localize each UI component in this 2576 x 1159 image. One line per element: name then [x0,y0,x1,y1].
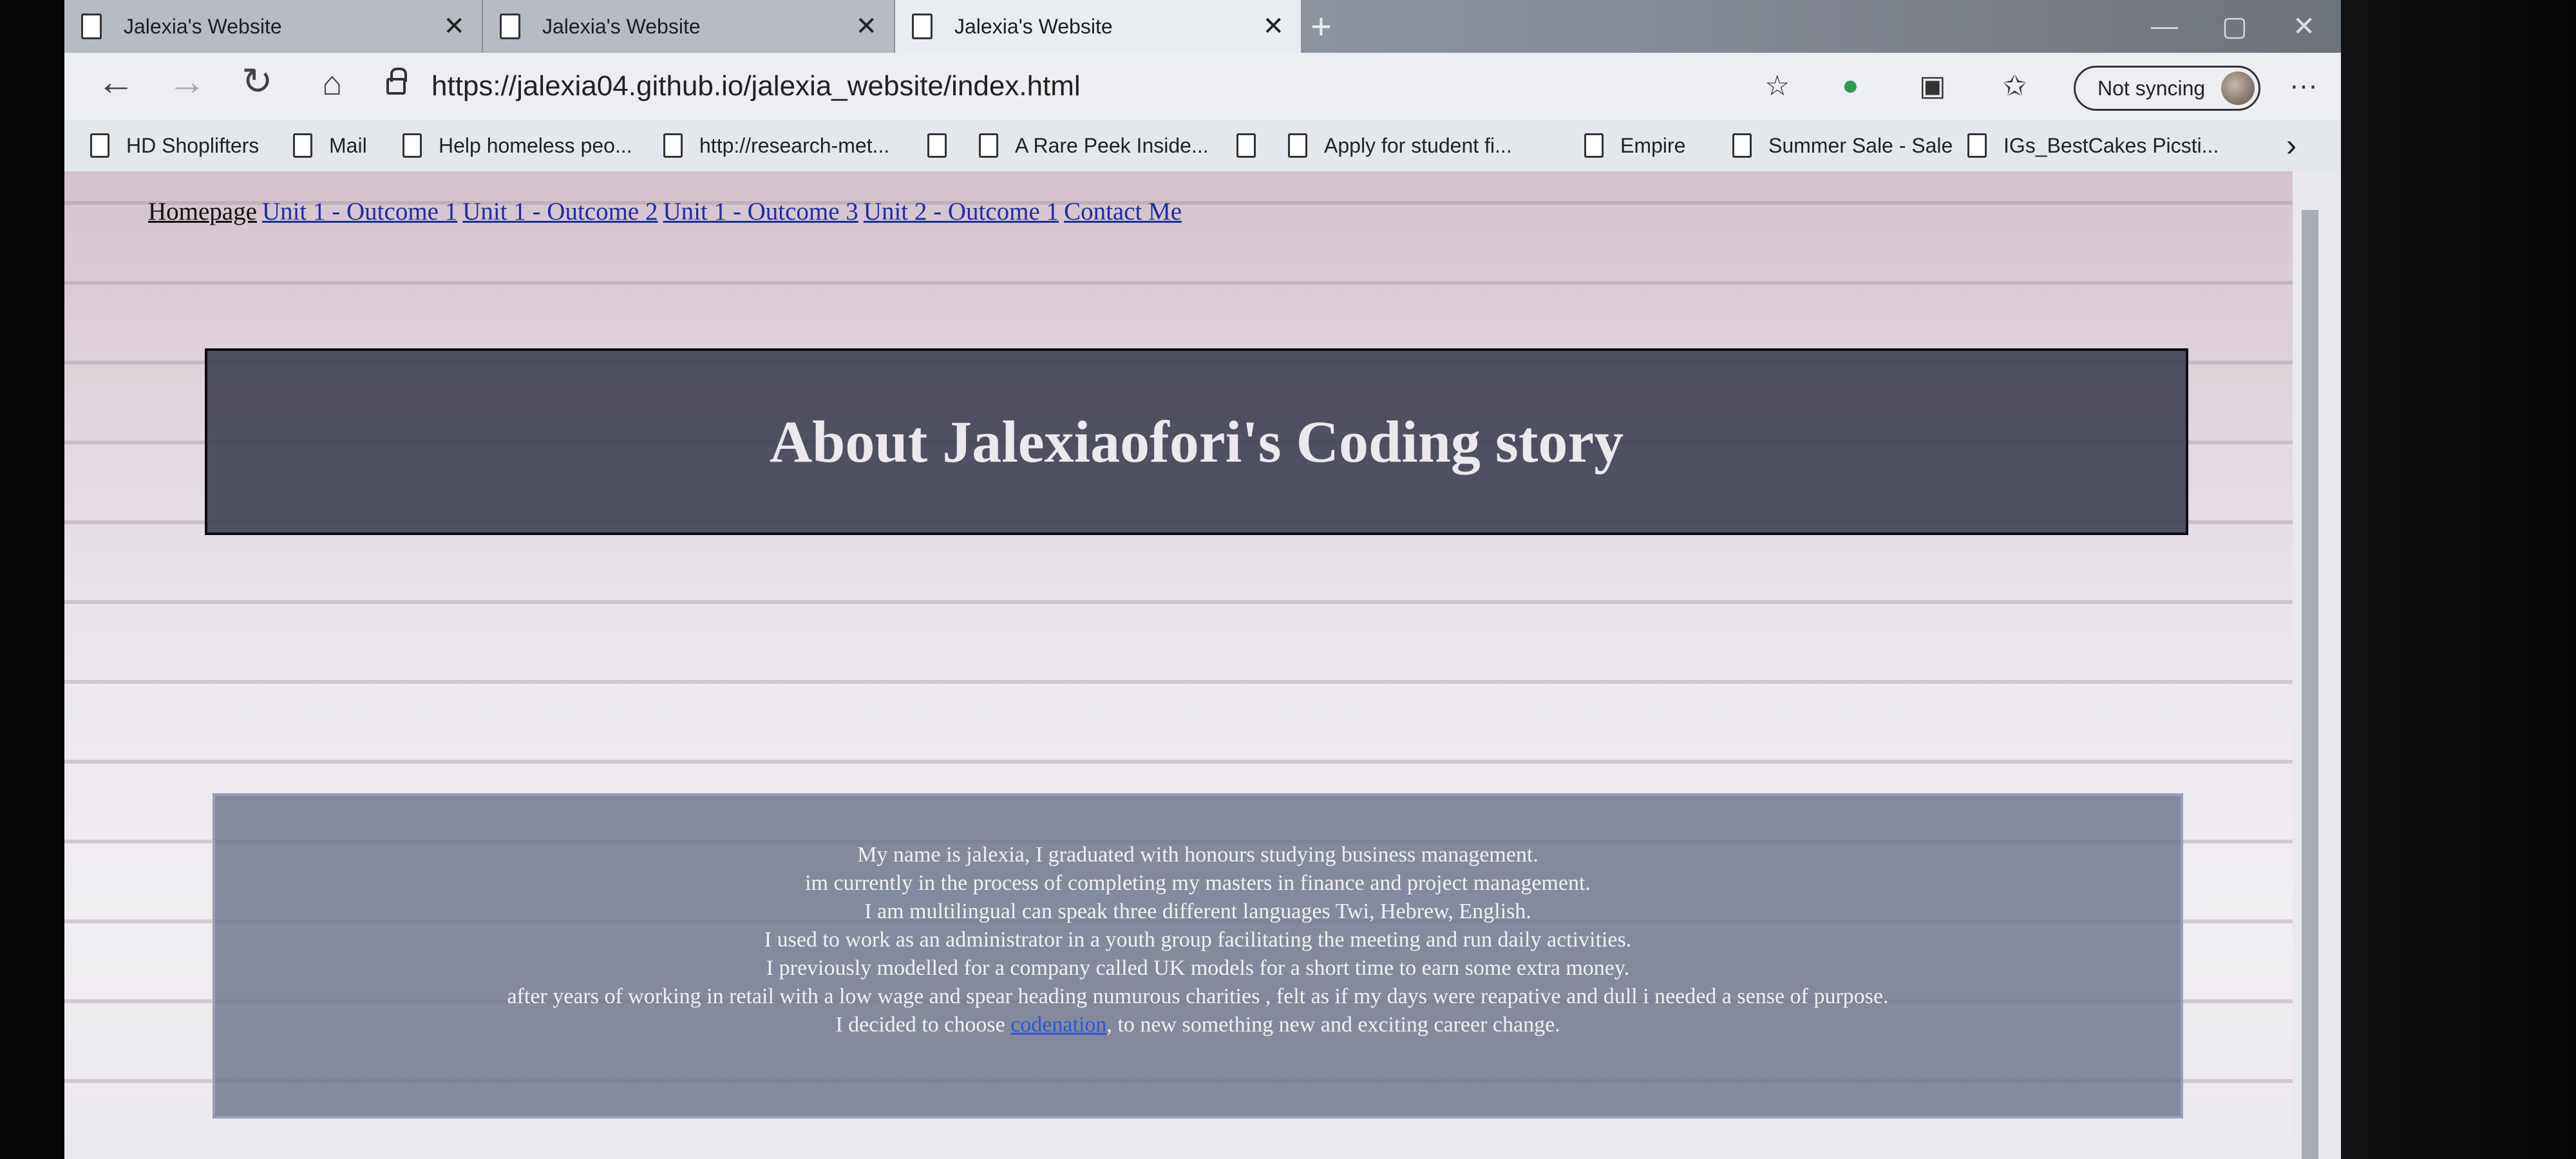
close-window-button[interactable]: ✕ [2293,10,2315,42]
bookmark-label: HD Shoplifters [126,133,260,157]
nav-link-unit2-outcome1[interactable]: Unit 2 - Outcome 1 [864,198,1059,225]
bookmark-label: Help homeless peo... [439,133,632,157]
profile-sync-button[interactable]: Not syncing [2074,66,2260,111]
close-tab-icon[interactable]: ✕ [1262,12,1284,41]
bookmark-item[interactable]: HD Shoplifters [90,120,259,171]
bookmark-item[interactable]: http://research-met... [663,120,889,171]
minimize-button[interactable]: — [2151,10,2178,41]
bookmark-label: http://research-met... [699,133,890,157]
address-bar[interactable]: https://jalexia04.github.io/jalexia_webs… [386,61,1758,112]
tab-2[interactable]: Jalexia's Website ✕ [483,0,895,53]
page-icon [1236,133,1256,158]
bookmark-item[interactable] [927,120,963,171]
page-icon [1288,133,1307,158]
bookmark-item[interactable]: IGs_BestCakes Picsti... [1967,120,2219,171]
codenation-link[interactable]: codenation [1010,1013,1106,1037]
extension-icon[interactable]: ▣ [1919,70,1946,102]
page-icon [927,133,947,158]
bookmark-item[interactable]: Mail [293,120,367,171]
screen-bezel-left [0,0,64,1159]
about-line: I previously modelled for a company call… [766,956,1630,980]
page-icon [1732,133,1752,158]
page-icon [663,133,683,158]
about-line: I am multilingual can speak three differ… [864,900,1531,923]
page-icon [402,133,422,158]
back-icon[interactable]: ← [97,59,135,104]
page-icon [500,14,520,39]
bookmark-label: Empire [1620,133,1686,157]
bookmark-item[interactable]: Help homeless peo... [402,120,632,171]
page-scrollbar[interactable] [2293,171,2341,1159]
nav-link-unit1-outcome1[interactable]: Unit 1 - Outcome 1 [262,198,457,225]
about-text: , to new something new and exciting care… [1106,1013,1560,1037]
maximize-button[interactable]: ▢ [2222,10,2248,42]
navigation-bar: ← → ↻ ⌂ https://jalexia04.github.io/jale… [64,53,2341,120]
tab-title: Jalexia's Website [124,14,282,38]
page-icon [1584,133,1604,158]
page-content: Homepage Unit 1 - Outcome 1 Unit 1 - Outco… [64,171,2293,1159]
page-icon [90,133,109,158]
scrollbar-thumb[interactable] [2302,210,2318,1159]
nav-link-unit1-outcome3[interactable]: Unit 1 - Outcome 3 [663,198,858,225]
forward-icon[interactable]: → [167,59,206,104]
lock-icon[interactable] [386,68,407,95]
page-icon [912,14,933,39]
more-menu-icon[interactable]: ··· [2289,70,2318,102]
close-tab-icon[interactable]: ✕ [443,12,465,41]
about-line-last: I decided to choose codenation, to new s… [215,1011,2181,1039]
bookmarks-bar: HD Shoplifters Mail Help homeless peo...… [64,120,2341,171]
page-icon [1967,133,1987,158]
bookmark-label: Mail [329,133,367,157]
about-line: My name is jalexia, I graduated with hon… [857,843,1539,867]
favorite-star-icon[interactable]: ☆ [1765,70,1790,102]
tab-title: Jalexia's Website [954,14,1113,38]
bookmark-item[interactable]: Apply for student fi... [1288,120,1512,171]
about-line: I used to work as an administrator in a … [764,928,1632,952]
about-line: im currently in the process of completin… [805,871,1591,895]
grammarly-extension-icon[interactable]: ● [1842,70,1859,102]
bookmark-label: A Rare Peek Inside... [1015,133,1209,157]
title-banner: About Jalexiaofori's Coding story [205,348,2188,535]
nav-link-homepage[interactable]: Homepage [148,198,257,225]
new-tab-button[interactable]: + [1311,5,1332,47]
bookmark-item[interactable] [1236,120,1273,171]
nav-link-unit1-outcome2[interactable]: Unit 1 - Outcome 2 [462,198,658,225]
bookmark-item[interactable]: Empire [1584,120,1685,171]
sync-label: Not syncing [2098,76,2206,100]
about-line: after years of working in retail with a … [507,985,1889,1008]
nav-link-contact[interactable]: Contact Me [1064,198,1182,225]
home-icon[interactable]: ⌂ [322,64,342,103]
screen-bezel-right [2341,0,2576,1159]
url-text[interactable]: https://jalexia04.github.io/jalexia_webs… [431,70,1081,102]
bookmark-label: IGs_BestCakes Picsti... [2003,133,2219,157]
tab-title: Jalexia's Website [542,14,701,38]
bookmarks-overflow-icon[interactable]: › [2286,120,2297,171]
page-icon [293,133,312,158]
bookmark-label: Summer Sale - Sale [1768,133,1953,157]
tab-3-active[interactable]: Jalexia's Website ✕ [895,0,1301,53]
bookmark-label: Apply for student fi... [1324,133,1512,157]
browser-window: Jalexia's Website ✕ Jalexia's Website ✕ … [64,0,2341,1159]
about-text: I decided to choose [835,1013,1011,1037]
page-title: About Jalexiaofori's Coding story [769,409,1624,475]
avatar [2221,71,2255,105]
tab-1[interactable]: Jalexia's Website ✕ [64,0,483,53]
page-icon [81,14,102,39]
page-icon [979,133,998,158]
refresh-icon[interactable]: ↻ [242,59,273,103]
bookmark-item[interactable]: A Rare Peek Inside... [979,120,1209,171]
close-tab-icon[interactable]: ✕ [855,12,877,41]
site-nav: Homepage Unit 1 - Outcome 1 Unit 1 - Outco… [148,197,1187,226]
favorites-list-icon[interactable]: ✩ [2003,70,2027,102]
about-section: My name is jalexia, I graduated with hon… [213,793,2183,1118]
tab-strip: Jalexia's Website ✕ Jalexia's Website ✕ … [64,0,2341,53]
bookmark-item[interactable]: Summer Sale - Sale [1732,120,1953,171]
